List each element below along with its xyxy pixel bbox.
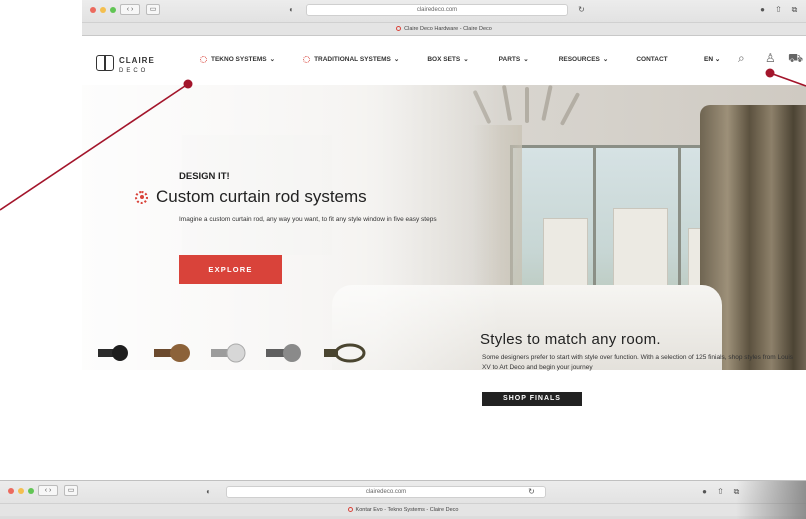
chevron-down-icon: ⌄ [463, 56, 469, 63]
extension-icon[interactable]: ● [699, 486, 710, 497]
gear-icon [303, 55, 311, 63]
nav-label: BOX SETS [427, 55, 461, 63]
finial-crystal[interactable] [211, 343, 246, 363]
nav-parts[interactable]: PARTS ⌄ [498, 55, 529, 64]
hero-description: Imagine a custom curtain rod, any way yo… [179, 216, 437, 223]
active-tab[interactable]: Kontar Evo - Tekno Systems - Claire Deco [0, 503, 806, 516]
nav-label: RESOURCES [558, 55, 600, 63]
privacy-icon[interactable]: ◐ [203, 486, 214, 497]
browser-window-main: ‹ › ▭ ◐ clairedeco.com ↻ ● ⇧ ⧉ Claire De… [82, 0, 806, 480]
nav-label: TRADITIONAL SYSTEMS [314, 55, 391, 63]
address-bar[interactable]: clairedeco.com [226, 486, 546, 498]
hero-headline: Custom curtain rod systems [135, 187, 465, 207]
tab-title: Kontar Evo - Tekno Systems - Claire Deco [355, 507, 459, 513]
finials-gallery [98, 343, 366, 363]
zoom-window-button[interactable] [110, 7, 116, 13]
nav-traditional-systems[interactable]: TRADITIONAL SYSTEMS ⌄ [303, 55, 399, 63]
site-logo[interactable]: CLAIRE DECO [96, 50, 155, 75]
browser-toolbar: ‹ › ▭ ◐ clairedeco.com ↻ ● ⇧ ⧉ Claire De… [82, 0, 806, 36]
tabs-icon[interactable]: ⧉ [789, 4, 800, 15]
gear-icon [200, 55, 207, 63]
privacy-icon[interactable]: ◐ [286, 4, 297, 15]
language-selector[interactable]: EN ⌄ [704, 55, 720, 63]
active-tab[interactable]: Claire Deco Hardware - Claire Deco [82, 22, 806, 35]
site-header: CLAIRE DECO TEKNO SYSTEMS ⌄ TRADITIONAL … [82, 37, 806, 85]
styles-heading: Styles to match any room. [480, 331, 661, 348]
chevron-down-icon: ⌄ [393, 56, 400, 63]
minimize-window-button[interactable] [18, 488, 24, 494]
main-menu: TEKNO SYSTEMS ⌄ TRADITIONAL SYSTEMS ⌄ BO… [200, 55, 668, 63]
hero-banner: DESIGN IT! Custom curtain rod systems Im… [82, 85, 806, 370]
finial-bronze[interactable] [154, 344, 190, 362]
explore-button[interactable]: EXPLORE [179, 255, 282, 284]
share-icon[interactable]: ⇧ [773, 4, 784, 15]
back-forward-buttons[interactable]: ‹ › [38, 485, 58, 496]
styles-description: Some designers prefer to start with styl… [482, 354, 794, 371]
nav-resources[interactable]: RESOURCES ⌄ [558, 55, 609, 64]
nav-label: CONTACT [636, 55, 668, 63]
favicon-icon [396, 26, 402, 32]
minimize-window-button[interactable] [100, 7, 106, 13]
cart-icon[interactable]: ⛟ [788, 52, 803, 64]
favicon-icon [347, 507, 353, 513]
reload-icon[interactable]: ↻ [576, 4, 587, 15]
sidebar-icon[interactable]: ▭ [146, 4, 160, 15]
logo-icon [96, 54, 114, 71]
reload-icon[interactable]: ↻ [526, 486, 537, 497]
address-bar[interactable]: clairedeco.com [306, 4, 568, 16]
browser-actions: ● ⇧ ⧉ [757, 4, 800, 15]
search-icon[interactable]: ⌕ [738, 52, 745, 64]
hero-content: DESIGN IT! Custom curtain rod systems Im… [135, 171, 465, 284]
browser-window-secondary: ‹ › ▭ ◐ clairedeco.com ↻ ● ⇧ ⧉ Kontar Ev… [0, 480, 806, 519]
language-label: EN [704, 56, 714, 63]
shop-finials-button[interactable]: SHOP FINALS [482, 392, 582, 406]
nav-label: PARTS [498, 55, 521, 63]
window-controls [90, 7, 116, 13]
gear-icon [135, 190, 148, 204]
logo-name: CLAIRE [119, 56, 155, 65]
finial-cage[interactable] [324, 343, 366, 363]
sidebar-icon[interactable]: ▭ [64, 485, 78, 496]
chevron-down-icon: ⌄ [714, 56, 721, 63]
close-window-button[interactable] [8, 488, 14, 494]
zoom-window-button[interactable] [28, 488, 34, 494]
window-controls [8, 488, 34, 494]
chevron-down-icon: ⌄ [602, 56, 609, 63]
chevron-down-icon: ⌄ [523, 56, 529, 63]
extension-icon[interactable]: ● [757, 4, 768, 15]
finial-black[interactable] [98, 345, 128, 361]
account-icon[interactable]: ♙ [765, 52, 776, 64]
chevron-down-icon: ⌄ [269, 56, 276, 63]
nav-box-sets[interactable]: BOX SETS ⌄ [427, 55, 469, 64]
logo-sub: DECO [119, 68, 149, 74]
close-window-button[interactable] [90, 7, 96, 13]
nav-tekno-systems[interactable]: TEKNO SYSTEMS ⌄ [200, 55, 275, 63]
hero-overlay [82, 85, 502, 370]
nav-label: TEKNO SYSTEMS [211, 55, 267, 63]
window-shadow [736, 481, 806, 519]
tab-title: Claire Deco Hardware - Claire Deco [404, 26, 492, 32]
hero-title: Custom curtain rod systems [156, 187, 367, 206]
hero-eyebrow: DESIGN IT! [179, 171, 230, 182]
nav-contact[interactable]: CONTACT [636, 56, 667, 63]
share-icon[interactable]: ⇧ [715, 486, 726, 497]
finial-silver-ball[interactable] [266, 344, 301, 362]
back-forward-buttons[interactable]: ‹ › [120, 4, 140, 15]
